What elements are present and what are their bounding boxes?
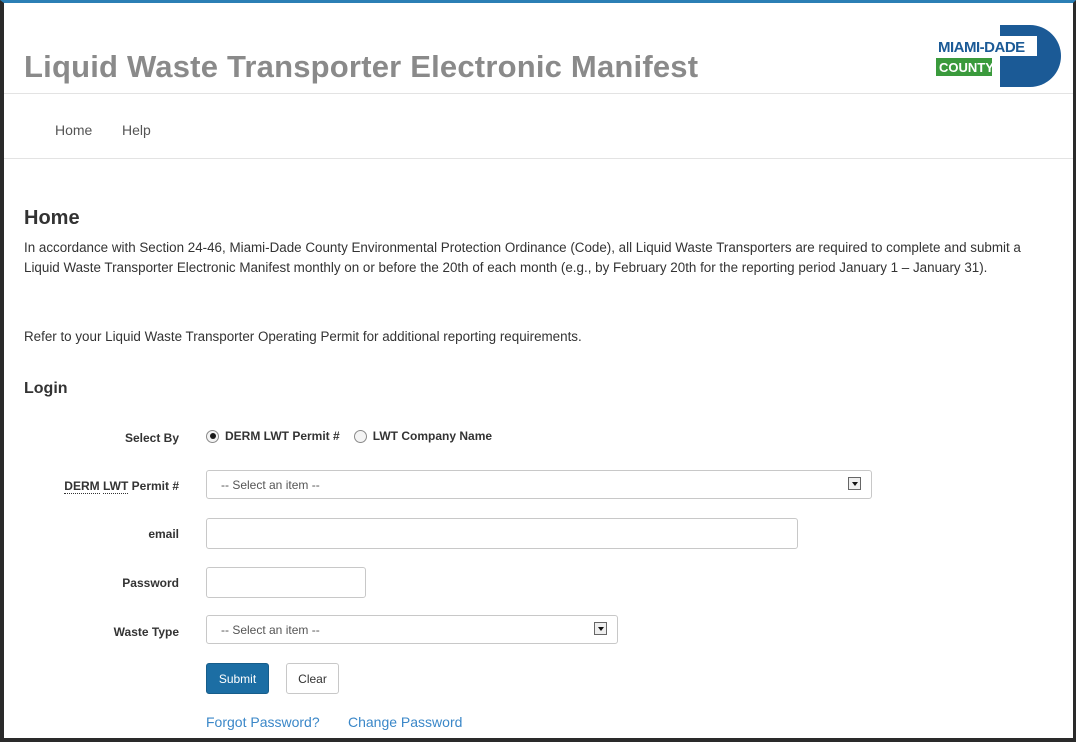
- refer-text: Refer to your Liquid Waste Transporter O…: [24, 329, 582, 344]
- radio-company-label[interactable]: LWT Company Name: [373, 429, 492, 443]
- chevron-down-icon[interactable]: [594, 622, 607, 635]
- site-title: Liquid Waste Transporter Electronic Mani…: [24, 49, 699, 84]
- nav-item-help[interactable]: Help: [122, 122, 151, 138]
- permit-select-value: -- Select an item --: [221, 478, 320, 492]
- miami-dade-logo-graphic: MIAMI-DADE COUNTY: [934, 25, 1061, 87]
- email-field[interactable]: [206, 518, 798, 549]
- nav-item-home[interactable]: Home: [55, 122, 92, 138]
- permit-label-number: Permit #: [131, 479, 179, 493]
- logo-text-miami-dade: MIAMI-DADE: [938, 39, 1025, 56]
- email-label: email: [148, 527, 179, 541]
- submit-button[interactable]: Submit: [206, 663, 269, 694]
- permit-select[interactable]: -- Select an item --: [206, 470, 872, 499]
- radio-permit[interactable]: [206, 429, 219, 443]
- intro-text: In accordance with Section 24-46, Miami-…: [24, 240, 1021, 275]
- permit-label-lwt: LWT: [102, 479, 129, 494]
- select-by-label: Select By: [124, 431, 179, 445]
- forgot-password-link[interactable]: Forgot Password?: [206, 714, 320, 730]
- radio-permit-label[interactable]: DERM LWT Permit #: [225, 429, 340, 443]
- password-label: Password: [122, 576, 179, 590]
- page-title: Home: [24, 207, 80, 229]
- site-header: Liquid Waste Transporter Electronic Mani…: [4, 3, 1073, 94]
- waste-type-label: Waste Type: [113, 625, 179, 639]
- waste-type-select-value: -- Select an item --: [221, 623, 320, 637]
- login-heading: Login: [24, 380, 68, 397]
- chevron-down-icon[interactable]: [848, 477, 861, 490]
- password-field[interactable]: [206, 567, 366, 598]
- select-by-radio-group: DERM LWT Permit # LWT Company Name: [206, 429, 492, 443]
- logo-text-county: COUNTY: [939, 60, 994, 75]
- miami-dade-county-logo[interactable]: MIAMI-DADE COUNTY: [934, 25, 1062, 87]
- permit-label: DERM LWT Permit #: [19, 479, 179, 494]
- main-nav: Home Help: [4, 94, 1073, 159]
- radio-company[interactable]: [353, 429, 367, 443]
- waste-type-select[interactable]: -- Select an item --: [206, 615, 618, 644]
- permit-label-derm: DERM: [64, 479, 100, 494]
- clear-button[interactable]: Clear: [286, 663, 339, 694]
- change-password-link[interactable]: Change Password: [348, 714, 462, 730]
